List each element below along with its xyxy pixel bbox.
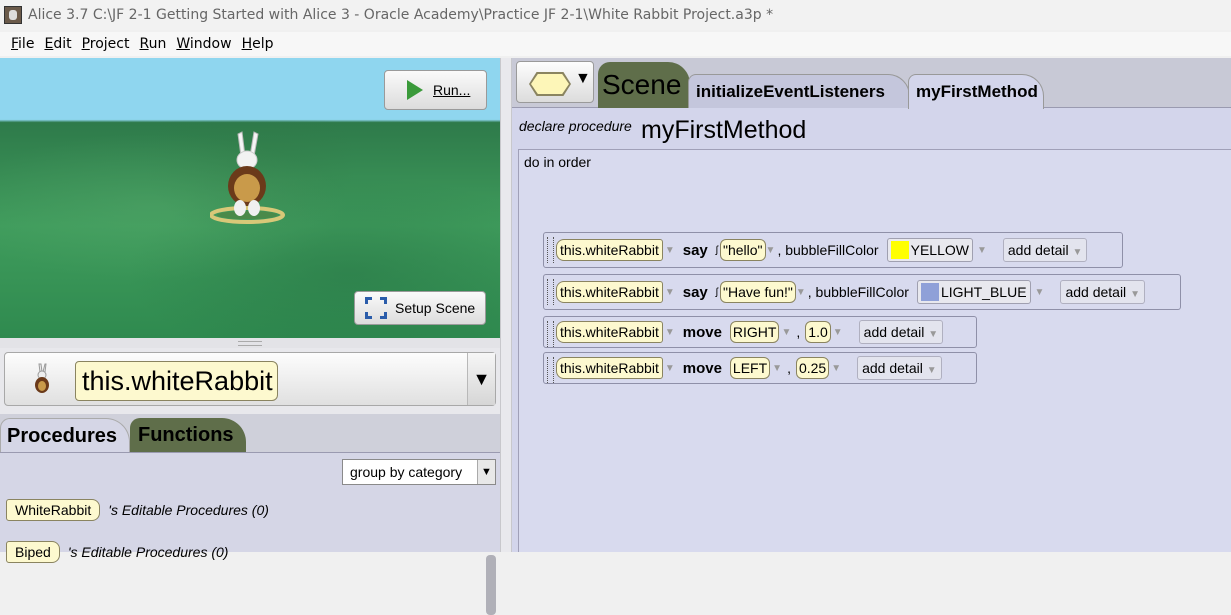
dropdown-arrow-icon[interactable]: ▼ [665, 327, 675, 338]
say-statement[interactable]: this.whiteRabbit ▼ say ʃ "hello" ▼ , bubbl… [543, 232, 1123, 268]
move-statement[interactable]: this.whiteRabbit ▼ move LEFT ▼ , 0.25 ▼ add… [543, 352, 977, 384]
chevron-down-icon: ▼ [477, 460, 495, 484]
color-arg[interactable]: YELLOW [886, 238, 973, 262]
menu-file[interactable]: File [11, 36, 34, 52]
add-detail-button[interactable]: add detail ▼ [858, 320, 944, 344]
split-handle[interactable] [0, 338, 500, 348]
direction-arg[interactable]: RIGHT [729, 321, 780, 343]
play-icon [407, 80, 423, 100]
param-label: , bubbleFillColor [807, 284, 909, 300]
move-statement[interactable]: this.whiteRabbit ▼ move RIGHT ▼ , 1.0 ▼ add… [543, 316, 977, 348]
target-tile[interactable]: this.whiteRabbit [556, 239, 663, 261]
menu-bar: File Edit Project Run Window Help [0, 32, 1231, 56]
target-tile[interactable]: this.whiteRabbit [556, 281, 663, 303]
color-arg[interactable]: LIGHT_BLUE [916, 280, 1031, 304]
add-detail-button[interactable]: add detail ▼ [857, 356, 942, 380]
do-in-order-block: do in order this.whiteRabbit ▼ say ʃ "hel… [518, 149, 1231, 552]
alice-app-icon [4, 6, 22, 24]
dropdown-arrow-icon[interactable]: ▼ [665, 363, 675, 374]
say-statement[interactable]: this.whiteRabbit ▼ say ʃ "Have fun!" ▼ , b… [543, 274, 1181, 310]
scene-view[interactable]: Run... Setup Scene [0, 58, 500, 338]
expand-arrows-icon [365, 297, 387, 319]
add-detail-button[interactable]: add detail ▼ [1060, 280, 1145, 304]
menu-edit[interactable]: Edit [44, 36, 71, 52]
dropdown-arrow-icon[interactable]: ▼ [665, 287, 675, 298]
string-param-icon: ʃ [715, 244, 718, 256]
title-bar: Alice 3.7 C:\JF 2-1 Getting Started with… [0, 0, 1231, 30]
string-param-icon: ʃ [715, 286, 718, 298]
procedure-name: myFirstMethod [641, 116, 807, 144]
menu-window[interactable]: Window [176, 36, 231, 52]
white-rabbit-model[interactable] [210, 128, 290, 228]
class-procedures-row: WhiteRabbit 's Editable Procedures (0) [6, 499, 269, 521]
menu-project[interactable]: Project [82, 36, 130, 52]
class-tile[interactable]: Biped [6, 541, 60, 563]
tab-my-first-method[interactable]: myFirstMethod [908, 74, 1044, 109]
do-in-order-label: do in order [524, 154, 591, 170]
amount-arg[interactable]: 1.0 [805, 321, 831, 343]
menu-run[interactable]: Run [139, 36, 166, 52]
text-arg[interactable]: "Have fun!" [720, 281, 796, 303]
editor-tab-bar: ▼ Scene initializeEventListeners myFirst… [512, 58, 1231, 109]
class-procedures-row: Biped 's Editable Procedures (0) [6, 541, 228, 563]
member-tabs: Procedures Functions [0, 414, 500, 452]
rabbit-thumbnail-icon [35, 363, 49, 393]
tab-functions[interactable]: Functions [130, 418, 246, 452]
code-editor: ▼ Scene initializeEventListeners myFirst… [512, 58, 1231, 552]
yellow-swatch [890, 241, 909, 259]
selector-dropdown-arrow-icon[interactable]: ▼ [467, 353, 495, 405]
instance-selector[interactable]: this.whiteRabbit ▼ [4, 352, 496, 406]
setup-scene-button[interactable]: Setup Scene [354, 291, 486, 325]
left-panel: Run... Setup Scene this.whiteRabbit ▼ Pr… [0, 58, 500, 615]
vertical-splitter[interactable] [500, 58, 512, 552]
dropdown-arrow-icon[interactable]: ▼ [665, 245, 675, 256]
menu-help[interactable]: Help [242, 36, 274, 52]
group-by-select[interactable]: group by category ▼ [342, 459, 496, 485]
text-arg[interactable]: "hello" [720, 239, 766, 261]
tab-initialize-event-listeners[interactable]: initializeEventListeners [688, 74, 910, 108]
amount-arg[interactable]: 0.25 [795, 357, 830, 379]
param-label: , bubbleFillColor [777, 242, 879, 258]
selected-instance: this.whiteRabbit [75, 361, 278, 401]
target-tile[interactable]: this.whiteRabbit [556, 321, 663, 343]
declare-procedure-label: declare procedure [519, 118, 632, 134]
procedures-panel: group by category ▼ WhiteRabbit 's Edita… [0, 452, 500, 615]
window-title: Alice 3.7 C:\JF 2-1 Getting Started with… [28, 7, 774, 23]
class-menu-button[interactable]: ▼ [516, 61, 594, 103]
tab-procedures[interactable]: Procedures [0, 418, 130, 452]
scrollbar-thumb[interactable] [486, 555, 496, 615]
run-button[interactable]: Run... [384, 70, 487, 110]
tab-scene[interactable]: Scene [598, 62, 690, 108]
dropdown-arrow-icon: ▼ [575, 70, 591, 87]
add-detail-button[interactable]: add detail ▼ [1002, 238, 1088, 262]
direction-arg[interactable]: LEFT [729, 357, 771, 379]
target-tile[interactable]: this.whiteRabbit [556, 357, 663, 379]
class-tile[interactable]: WhiteRabbit [6, 499, 101, 521]
light-blue-swatch [920, 283, 939, 301]
